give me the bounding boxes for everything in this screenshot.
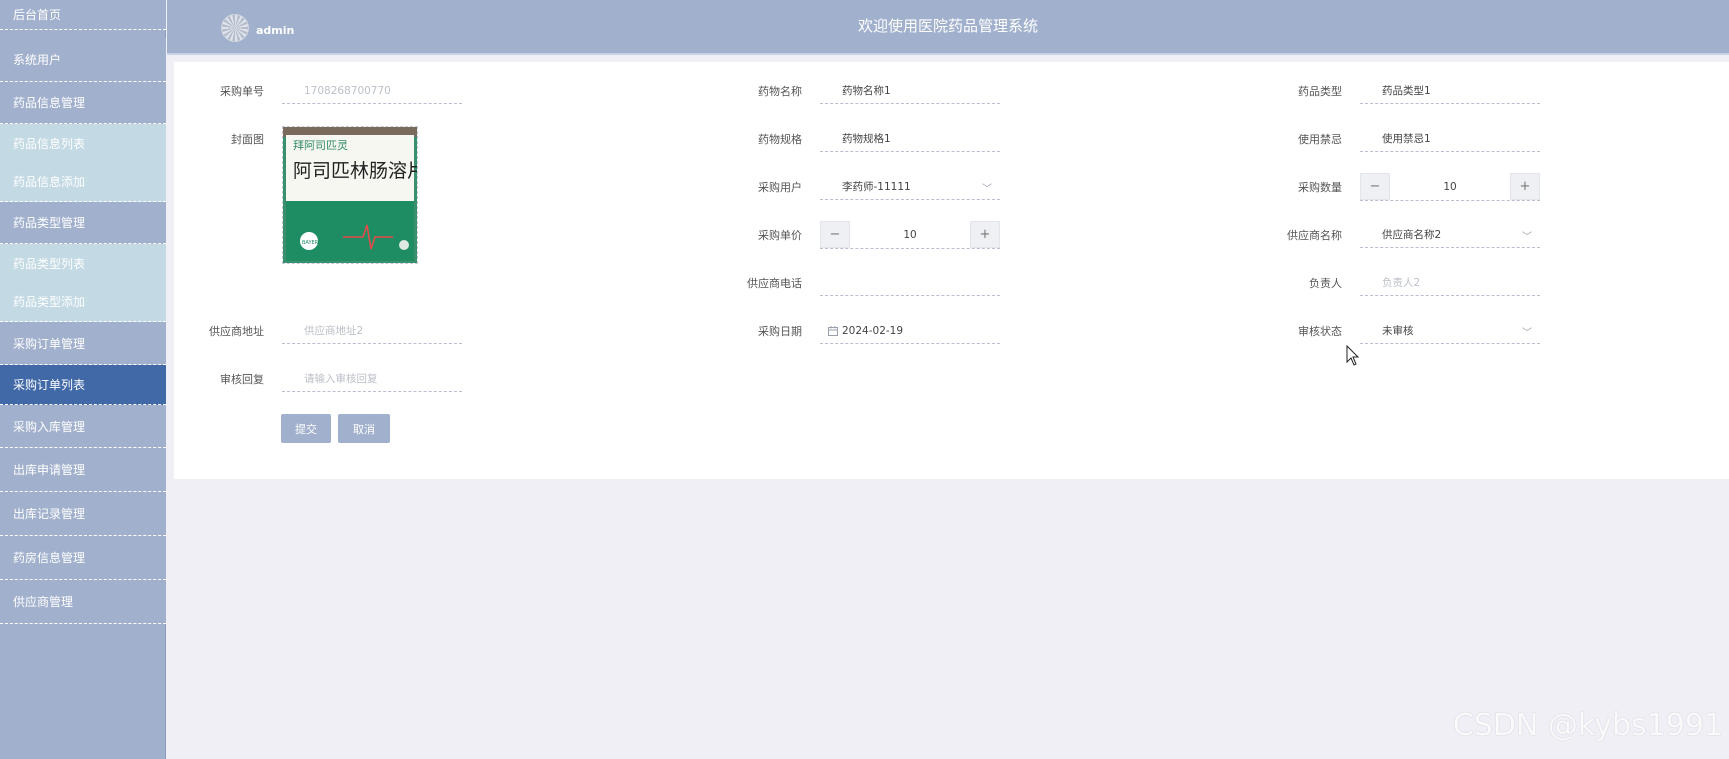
review-reply-label: 审核回复 — [220, 373, 264, 386]
order-no-field: 1708268700770 — [282, 78, 462, 104]
drug-box-top-text: 拜阿司匹灵 — [293, 139, 348, 152]
review-reply-placeholder: 请输入审核回复 — [304, 373, 378, 385]
review-status-value: 未审核 — [1382, 325, 1414, 337]
supplier-name-select[interactable]: 供应商名称2 ﹀ — [1360, 222, 1540, 248]
taboo-field[interactable]: 使用禁忌1 — [1360, 126, 1540, 152]
sidebar-item-pharmacy-info-mgmt[interactable]: 药房信息管理 — [0, 536, 166, 580]
supplier-address-placeholder: 供应商地址2 — [304, 325, 364, 337]
supplier-phone-label: 供应商电话 — [747, 277, 802, 290]
sidebar-item-label: 药品类型管理 — [13, 216, 86, 230]
sidebar-item-label: 药房信息管理 — [13, 551, 86, 565]
sidebar-item-home[interactable]: 后台首页 — [0, 0, 166, 30]
unit-price-stepper[interactable]: − 10 + — [820, 221, 1000, 249]
drug-name-field[interactable]: 药物名称1 — [820, 78, 1000, 104]
sidebar-item-label: 药品类型添加 — [13, 295, 86, 309]
drug-type-label: 药品类型 — [1298, 85, 1342, 98]
sidebar-item-label: 采购入库管理 — [13, 419, 86, 434]
purchase-date-value: 2024-02-19 — [842, 324, 904, 337]
person-in-charge-field[interactable]: 负责人2 — [1360, 270, 1540, 296]
drug-box-name-text: 阿司匹林肠溶片 — [293, 160, 418, 182]
sidebar-item-label: 后台首页 — [13, 8, 62, 22]
supplier-phone-field[interactable] — [820, 270, 1000, 296]
mouse-cursor-icon — [1346, 345, 1360, 366]
sidebar-item-label: 药品信息添加 — [13, 175, 86, 189]
chevron-down-icon: ﹀ — [982, 184, 992, 195]
sidebar-item-label: 出库记录管理 — [13, 507, 86, 521]
unit-price-value[interactable]: 10 — [850, 221, 970, 248]
supplier-name-value: 供应商名称2 — [1382, 229, 1442, 241]
purchase-date-picker[interactable]: 2024-02-19 — [820, 318, 1000, 344]
review-reply-field[interactable]: 请输入审核回复 — [282, 366, 462, 392]
page-title: 欢迎使用医院药品管理系统 — [857, 17, 1038, 35]
unit-price-increment-button[interactable]: + — [970, 221, 1000, 248]
order-no-value: 1708268700770 — [304, 84, 391, 97]
sidebar-item-supplier-mgmt[interactable]: 供应商管理 — [0, 580, 166, 624]
purchase-user-value: 李药师-11111 — [842, 181, 911, 193]
cancel-button[interactable]: 取消 — [338, 414, 390, 443]
drug-type-value: 药品类型1 — [1382, 85, 1431, 97]
calendar-icon — [828, 325, 838, 336]
sidebar-item-drug-info-add[interactable]: 药品信息添加 — [0, 162, 166, 202]
sidebar-item-label: 采购订单列表 — [13, 378, 86, 392]
drug-spec-label: 药物规格 — [758, 133, 802, 146]
quantity-value[interactable]: 10 — [1390, 173, 1510, 200]
sidebar-item-drug-type-add[interactable]: 药品类型添加 — [0, 282, 166, 322]
sidebar-item-drug-type-list[interactable]: 药品类型列表 — [0, 244, 166, 282]
quantity-decrement-button[interactable]: − — [1360, 173, 1390, 200]
cover-label: 封面图 — [231, 133, 264, 146]
quantity-stepper[interactable]: − 10 + — [1360, 173, 1540, 201]
sidebar-item-label: 采购订单管理 — [13, 336, 86, 351]
supplier-address-label: 供应商地址 — [209, 325, 264, 338]
sidebar-item-label: 出库申请管理 — [13, 463, 86, 477]
submit-button[interactable]: 提交 — [281, 414, 331, 443]
drug-type-field[interactable]: 药品类型1 — [1360, 78, 1540, 104]
sidebar-item-label: 药品信息列表 — [13, 136, 86, 151]
sidebar-item-outbound-record-mgmt[interactable]: 出库记录管理 — [0, 492, 166, 536]
unit-price-decrement-button[interactable]: − — [820, 221, 850, 248]
drug-box-brand-text: BAYER — [302, 240, 319, 246]
supplier-address-field[interactable]: 供应商地址2 — [282, 318, 462, 344]
sidebar-item-outbound-request-mgmt[interactable]: 出库申请管理 — [0, 448, 166, 492]
review-status-label: 审核状态 — [1298, 325, 1342, 338]
unit-price-label: 采购单价 — [758, 229, 802, 242]
sidebar-item-label: 系统用户 — [13, 53, 62, 67]
sidebar-item-label: 药品类型列表 — [13, 256, 86, 271]
quantity-increment-button[interactable]: + — [1510, 173, 1540, 200]
supplier-name-label: 供应商名称 — [1287, 229, 1342, 242]
taboo-value: 使用禁忌1 — [1382, 133, 1431, 145]
drug-box-image: 拜阿司匹灵 阿司匹林肠溶片 BAYER — [283, 127, 418, 263]
purchase-order-form: 采购单号 1708268700770 药物名称 药物名称1 药品类型 药品类型1… — [174, 62, 1729, 479]
drug-name-label: 药物名称 — [758, 85, 802, 98]
watermark: CSDN @kybs1991 — [1452, 708, 1723, 743]
order-no-label: 采购单号 — [220, 85, 264, 98]
drug-spec-field[interactable]: 药物规格1 — [820, 126, 1000, 152]
cover-image[interactable]: 拜阿司匹灵 阿司匹林肠溶片 BAYER — [282, 126, 418, 264]
purchase-user-label: 采购用户 — [758, 181, 802, 194]
review-status-select[interactable]: 未审核 ﹀ — [1360, 318, 1540, 344]
sidebar-item-label: 供应商管理 — [13, 595, 74, 609]
person-in-charge-placeholder: 负责人2 — [1382, 277, 1421, 289]
quantity-label: 采购数量 — [1298, 181, 1342, 194]
person-in-charge-label: 负责人 — [1309, 277, 1342, 290]
sidebar-item-drug-info-mgmt[interactable]: 药品信息管理 — [0, 82, 166, 124]
sidebar-item-purchase-order-list[interactable]: 采购订单列表 — [0, 365, 166, 405]
chevron-down-icon: ﹀ — [1522, 232, 1532, 243]
sidebar-item-purchase-inbound-mgmt[interactable]: 采购入库管理 — [0, 405, 166, 448]
drug-name-value: 药物名称1 — [842, 85, 891, 97]
chevron-down-icon: ﹀ — [1522, 328, 1532, 339]
sidebar-item-label: 药品信息管理 — [13, 96, 86, 110]
sidebar-item-system-users[interactable]: 系统用户 — [0, 38, 166, 82]
top-header: admin 欢迎使用医院药品管理系统 — [167, 0, 1729, 55]
taboo-label: 使用禁忌 — [1298, 133, 1342, 146]
drug-spec-value: 药物规格1 — [842, 133, 891, 145]
purchase-date-label: 采购日期 — [758, 325, 802, 338]
sidebar-item-drug-info-list[interactable]: 药品信息列表 — [0, 124, 166, 162]
sidebar: 后台首页 系统用户 药品信息管理 药品信息列表 药品信息添加 药品类型管理 药品… — [0, 0, 166, 759]
purchase-user-select[interactable]: 李药师-11111 ﹀ — [820, 174, 1000, 200]
sidebar-item-purchase-order-mgmt[interactable]: 采购订单管理 — [0, 322, 166, 365]
sidebar-item-drug-type-mgmt[interactable]: 药品类型管理 — [0, 202, 166, 244]
